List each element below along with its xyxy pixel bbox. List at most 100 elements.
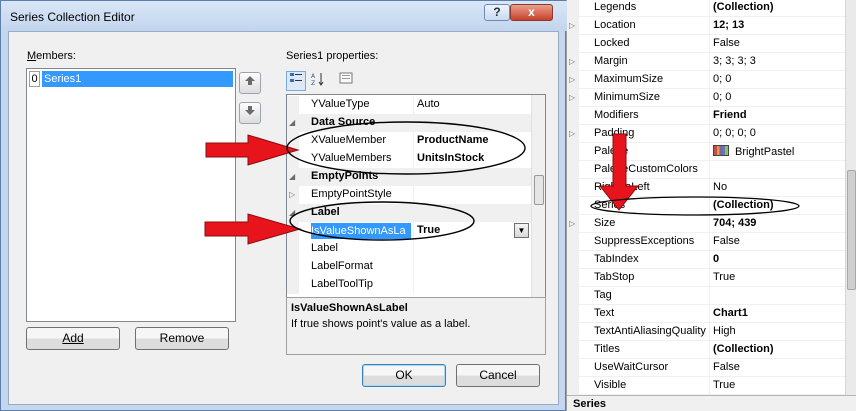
collapse-icon[interactable]: ◢ (289, 118, 295, 127)
ok-button[interactable]: OK (362, 364, 446, 387)
grid-row[interactable]: Label (287, 240, 531, 258)
column-divider (709, 161, 710, 179)
column-divider (709, 179, 710, 197)
dialog-title: Series Collection Editor (10, 10, 135, 24)
help-button[interactable]: ? (484, 4, 510, 21)
expand-icon[interactable]: ▷ (289, 190, 295, 199)
property-row[interactable]: Visible True (567, 377, 845, 395)
property-pages-icon[interactable] (336, 71, 356, 91)
expand-icon[interactable]: ▷ (569, 57, 575, 66)
row-gutter (287, 240, 299, 258)
property-value[interactable]: (Collection) (713, 199, 774, 211)
property-row[interactable]: TabStop True (567, 269, 845, 287)
cancel-button[interactable]: Cancel (456, 364, 540, 387)
property-row[interactable]: ▷ Location 12; 13 (567, 17, 845, 35)
property-value[interactable]: (Collection) (713, 1, 774, 13)
expand-icon[interactable]: ▷ (569, 75, 575, 84)
alphabetical-icon[interactable]: AZ (308, 71, 328, 91)
property-value[interactable]: No (713, 181, 727, 193)
property-description-pane: IsValueShownAsLabel If true shows point'… (286, 297, 546, 355)
property-row[interactable]: Locked False (567, 35, 845, 53)
property-value[interactable]: High (713, 325, 736, 337)
category-row[interactable]: ◢ Data Source (287, 114, 531, 132)
grid-row[interactable]: LabelToolTip (287, 276, 531, 294)
category-row[interactable]: ◢ Label (287, 204, 531, 222)
property-value[interactable]: BrightPastel (713, 145, 794, 158)
property-row[interactable]: Modifiers Friend (567, 107, 845, 125)
property-value-text: BrightPastel (735, 146, 795, 158)
grid-property-value[interactable]: UnitsInStock (417, 152, 484, 164)
property-value[interactable]: (Collection) (713, 343, 774, 355)
property-value-text: False (713, 361, 740, 373)
property-row[interactable]: Titles (Collection) (567, 341, 845, 359)
property-value[interactable]: 0; 0 (713, 73, 731, 85)
property-value[interactable]: Chart1 (713, 307, 748, 319)
property-row[interactable]: SuppressExceptions False (567, 233, 845, 251)
property-value[interactable]: True (713, 379, 735, 391)
scrollbar-thumb[interactable] (847, 170, 856, 290)
property-value[interactable]: True (713, 271, 735, 283)
property-row[interactable]: RightToLeft No (567, 179, 845, 197)
categorized-icon[interactable] (286, 71, 306, 91)
grid-row[interactable]: XValueMember ProductName (287, 132, 531, 150)
property-grid[interactable]: YValueType Auto ◢ Data Source XValueMember Pr… (286, 94, 546, 320)
property-value-text: Chart1 (713, 307, 748, 319)
property-row[interactable]: Text Chart1 (567, 305, 845, 323)
property-name: Text (594, 307, 615, 319)
property-value[interactable]: 704; 439 (713, 217, 756, 229)
property-row[interactable]: TextAntiAliasingQuality High (567, 323, 845, 341)
grid-property-value[interactable]: True (417, 224, 440, 236)
scrollbar-thumb[interactable] (534, 175, 544, 205)
property-value[interactable]: False (713, 235, 740, 247)
property-value[interactable]: False (713, 361, 740, 373)
property-row[interactable]: ▷ MaximumSize 0; 0 (567, 71, 845, 89)
property-value[interactable]: 12; 13 (713, 19, 744, 31)
property-row[interactable]: TabIndex 0 (567, 251, 845, 269)
expand-icon[interactable]: ▷ (569, 219, 575, 228)
list-item[interactable]: 0 Series1 (29, 71, 233, 87)
collapse-icon[interactable]: ◢ (289, 208, 295, 217)
property-value[interactable]: 0 (713, 253, 719, 265)
property-row[interactable]: Tag (567, 287, 845, 305)
property-row[interactable]: PaletteCustomColors (567, 161, 845, 179)
property-row[interactable]: Palette BrightPastel (567, 143, 845, 161)
property-row[interactable]: ▷ Padding 0; 0; 0; 0 (567, 125, 845, 143)
row-gutter (567, 107, 579, 125)
category-row[interactable]: ◢ EmptyPoints (287, 168, 531, 186)
property-row[interactable]: Series (Collection) (567, 197, 845, 215)
property-row[interactable]: ▷ Margin 3; 3; 3; 3 (567, 53, 845, 71)
add-button[interactable]: Add (26, 327, 120, 350)
expand-icon[interactable]: ▷ (569, 129, 575, 138)
grid-row[interactable]: YValueType Auto (287, 96, 531, 114)
property-value-text: (Collection) (713, 343, 774, 355)
grid-property-name: Data Source (311, 116, 376, 128)
property-row[interactable]: ▷ Size 704; 439 (567, 215, 845, 233)
remove-button[interactable]: Remove (135, 327, 229, 350)
property-grid-scrollbar[interactable] (531, 95, 545, 319)
arrow-up-icon (245, 76, 255, 85)
collapse-icon[interactable]: ◢ (289, 172, 295, 181)
move-down-button[interactable] (239, 102, 261, 124)
grid-row[interactable]: LabelFormat (287, 258, 531, 276)
members-list[interactable]: 0 Series1 (26, 68, 236, 322)
property-value[interactable]: False (713, 37, 740, 49)
dropdown-button[interactable]: ▼ (514, 223, 529, 238)
property-row[interactable]: ▷ MinimumSize 0; 0 (567, 89, 845, 107)
property-value[interactable]: Friend (713, 109, 747, 121)
property-value[interactable]: 3; 3; 3; 3 (713, 55, 756, 67)
close-button[interactable]: x (510, 4, 553, 21)
grid-row[interactable]: YValueMembers UnitsInStock (287, 150, 531, 168)
expand-icon[interactable]: ▷ (569, 93, 575, 102)
properties-scrollbar[interactable] (845, 0, 856, 395)
grid-row[interactable]: IsValueShownAsLa True ▼ (287, 222, 531, 240)
grid-property-value[interactable]: Auto (417, 98, 440, 110)
move-up-button[interactable] (239, 72, 261, 94)
grid-row[interactable]: ▷ EmptyPointStyle (287, 186, 531, 204)
property-value[interactable]: 0; 0; 0; 0 (713, 127, 756, 139)
grid-property-name: IsValueShownAsLa (311, 223, 411, 239)
property-row[interactable]: UseWaitCursor False (567, 359, 845, 377)
property-value[interactable]: 0; 0 (713, 91, 731, 103)
expand-icon[interactable]: ▷ (569, 21, 575, 30)
property-row[interactable]: Legends (Collection) (567, 0, 845, 17)
grid-property-value[interactable]: ProductName (417, 134, 489, 146)
